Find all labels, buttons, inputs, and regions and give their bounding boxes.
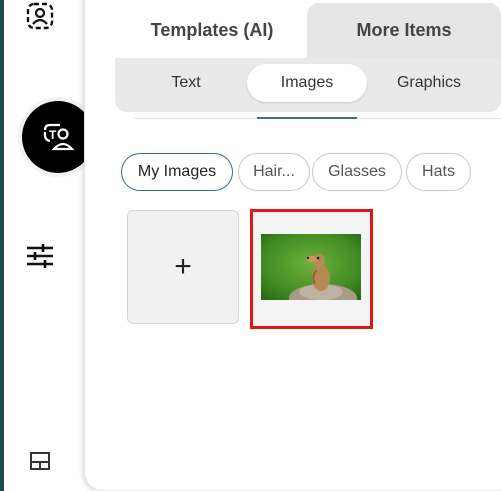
chip-hats-label: Hats	[422, 163, 455, 180]
chip-glasses[interactable]: Glasses	[312, 153, 402, 191]
tab-templates-ai-label: Templates (AI)	[150, 20, 274, 40]
subtab-graphics[interactable]: Graphics	[369, 64, 489, 102]
items-panel: Templates (AI) More Items Text Images Gr…	[84, 0, 502, 490]
subtab-text-label: Text	[171, 74, 201, 91]
chip-hair[interactable]: Hair...	[238, 153, 310, 191]
left-rail: T	[4, 0, 98, 491]
app-frame: T Templates (AI) More Items Text Images …	[4, 0, 502, 491]
subtab-text[interactable]: Text	[127, 64, 245, 102]
add-image-button[interactable]: +	[127, 210, 239, 324]
sliders-icon[interactable]	[22, 238, 58, 274]
subtab-images-label: Images	[280, 74, 334, 91]
chip-glasses-label: Glasses	[328, 163, 386, 180]
chip-my-images-label: My Images	[137, 163, 217, 180]
meerkat-image	[261, 234, 361, 300]
svg-text:T: T	[49, 128, 57, 142]
top-tab-bar: Templates (AI) More Items	[117, 3, 501, 58]
chip-hats[interactable]: Hats	[406, 153, 471, 191]
layout-icon[interactable]	[29, 450, 51, 472]
subtab-graphics-label: Graphics	[396, 74, 462, 91]
user-profile-icon[interactable]	[22, 0, 58, 34]
subtab-images[interactable]: Images	[247, 64, 367, 102]
sub-tab-bar: Text Images Graphics	[115, 58, 501, 112]
chip-hair-label: Hair...	[253, 163, 295, 180]
image-tile-meerkat[interactable]	[250, 209, 373, 329]
active-section-indicator	[257, 117, 357, 119]
chip-my-images[interactable]: My Images	[121, 153, 233, 191]
tab-templates-ai[interactable]: Templates (AI)	[117, 3, 307, 58]
tab-more-items-label: More Items	[356, 20, 452, 40]
plus-icon: +	[174, 250, 192, 283]
tab-more-items[interactable]: More Items	[307, 3, 501, 58]
